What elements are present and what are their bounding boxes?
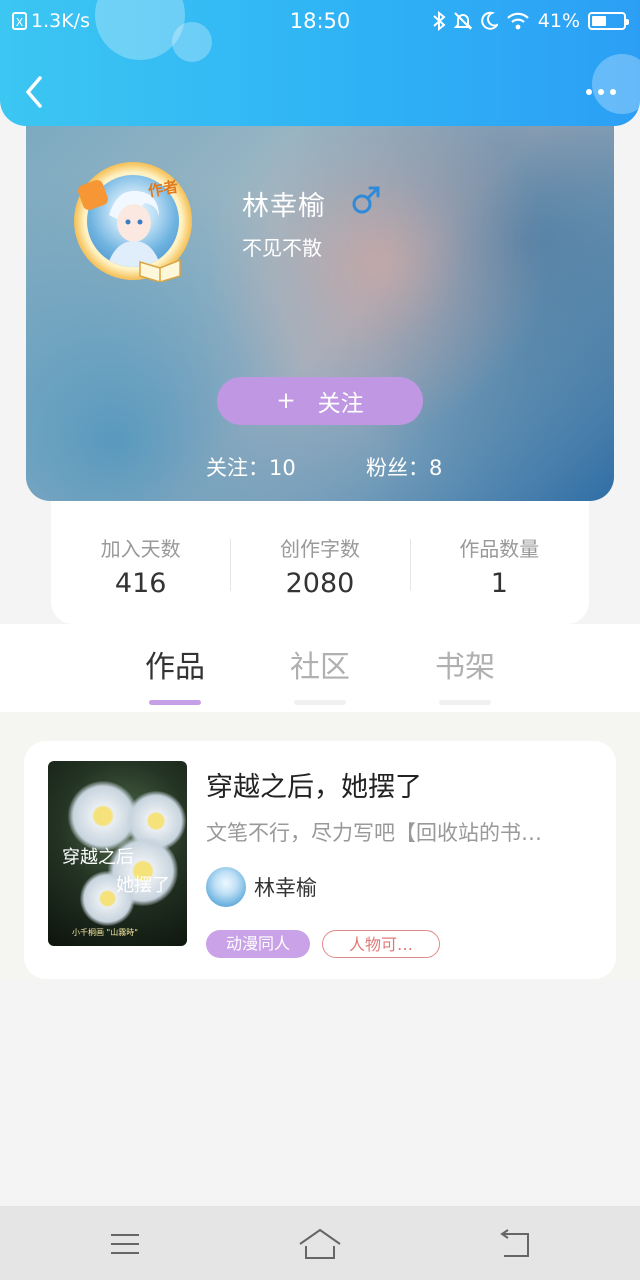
author-name: 林幸榆 bbox=[242, 191, 326, 222]
book-cover[interactable]: 穿越之后 她摆了 小千桐画 "山霧時" bbox=[48, 761, 187, 946]
follow-button[interactable]: + 关注 bbox=[217, 377, 423, 425]
moon-icon bbox=[480, 11, 498, 30]
stat-label: 加入天数 bbox=[100, 537, 181, 561]
plus-icon: + bbox=[276, 388, 296, 414]
tab-community[interactable]: 社区 bbox=[265, 642, 375, 705]
following-count[interactable]: 关注：10 bbox=[206, 452, 296, 482]
profile-tabs: 作品 社区 书架 bbox=[0, 624, 640, 712]
tab-label: 社区 bbox=[290, 650, 350, 685]
profile-banner: 作者 林幸榆 不见不散 + 关注 关注：10 粉丝：8 bbox=[26, 100, 614, 501]
book-description: 文笔不行，尽力写吧【回收站的书… bbox=[206, 821, 542, 845]
book-sticker-icon bbox=[139, 258, 181, 282]
home-icon[interactable] bbox=[298, 1224, 342, 1264]
stat-join-days: 加入天数 416 bbox=[51, 501, 230, 624]
author-mini-avatar bbox=[206, 867, 246, 907]
battery-icon bbox=[588, 12, 629, 30]
tab-label: 作品 bbox=[145, 650, 205, 685]
author-bio: 不见不散 bbox=[242, 236, 322, 260]
author-stats-panel: 加入天数 416 创作字数 2080 作品数量 1 bbox=[51, 501, 589, 624]
back-arrow-icon[interactable] bbox=[20, 72, 50, 112]
back-icon[interactable] bbox=[496, 1224, 536, 1264]
tab-indicator bbox=[439, 700, 491, 705]
stat-value: 2080 bbox=[285, 568, 355, 599]
more-options-icon[interactable] bbox=[586, 78, 622, 106]
cover-caption: 小千桐画 "山霧時" bbox=[72, 928, 138, 937]
book-tag[interactable]: 动漫同人 bbox=[206, 930, 310, 958]
follow-label: 关注 bbox=[317, 391, 364, 417]
book-item[interactable]: 穿越之后 她摆了 小千桐画 "山霧時" 穿越之后，她摆了 文笔不行，尽力写吧【回… bbox=[24, 741, 616, 979]
wifi-icon bbox=[506, 12, 529, 30]
tab-indicator bbox=[294, 700, 346, 705]
stat-works-count: 作品数量 1 bbox=[409, 501, 589, 624]
bluetooth-icon bbox=[433, 11, 446, 31]
stat-word-count: 创作字数 2080 bbox=[230, 501, 409, 624]
menu-icon[interactable] bbox=[105, 1224, 145, 1264]
system-nav-bar bbox=[0, 1206, 640, 1280]
tab-bookshelf[interactable]: 书架 bbox=[410, 642, 520, 705]
status-bar: X 1.3K/s 18:50 41% bbox=[0, 0, 640, 44]
book-author[interactable]: 林幸榆 bbox=[206, 867, 317, 907]
stat-value: 1 bbox=[490, 568, 508, 599]
stat-label: 作品数量 bbox=[459, 537, 540, 561]
top-header: X 1.3K/s 18:50 41% bbox=[0, 0, 640, 126]
male-gender-icon bbox=[352, 186, 380, 214]
tab-indicator bbox=[149, 700, 201, 705]
cover-title-line2: 她摆了 bbox=[116, 875, 170, 896]
fans-count[interactable]: 粉丝：8 bbox=[366, 452, 442, 482]
tab-label: 书架 bbox=[435, 650, 495, 685]
book-author-name: 林幸榆 bbox=[254, 876, 317, 900]
stat-value: 416 bbox=[114, 568, 167, 599]
book-title[interactable]: 穿越之后，她摆了 bbox=[206, 765, 422, 804]
battery-percent: 41% bbox=[537, 10, 580, 32]
tab-works[interactable]: 作品 bbox=[120, 642, 230, 705]
mute-icon bbox=[453, 12, 472, 30]
book-tag[interactable]: 人物可… bbox=[322, 930, 440, 958]
cover-title-line1: 穿越之后 bbox=[62, 847, 134, 868]
stat-label: 创作字数 bbox=[279, 537, 360, 561]
